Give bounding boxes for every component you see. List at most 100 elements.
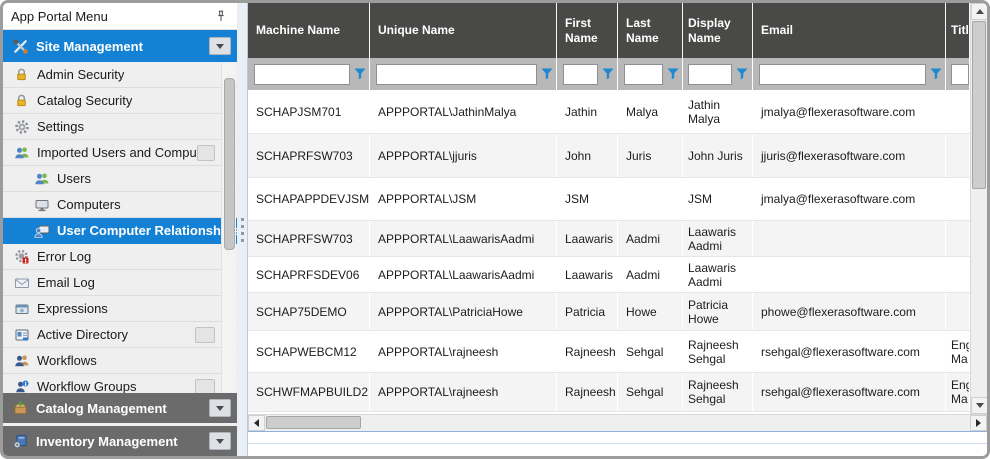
- table-row[interactable]: SCHAPAPPDEVJSM APPPORTAL\JSM JSM JSM jma…: [248, 178, 970, 221]
- cell-unique-name: APPPORTAL\LaawarisAadmi: [370, 257, 557, 292]
- last-name-filter-input[interactable]: [624, 64, 663, 85]
- table-row[interactable]: SCHAPWEBCM12 APPPORTAL\rajneesh Rajneesh…: [248, 331, 970, 373]
- sidebar-item-workflow-groups[interactable]: Workflow Groups: [3, 374, 237, 393]
- cell-first-name: Patricia: [557, 293, 618, 330]
- table-row[interactable]: SCHAPRFSW703 APPPORTAL\LaawarisAadmi Laa…: [248, 221, 970, 257]
- title-filter-input[interactable]: [951, 64, 969, 85]
- scroll-up-arrow[interactable]: [222, 63, 237, 77]
- email-filter-input[interactable]: [759, 64, 926, 85]
- catalog-management-dropdown-button[interactable]: [209, 399, 231, 417]
- collapse-up-button[interactable]: [197, 145, 215, 161]
- sidebar-item-expressions[interactable]: Expressions: [3, 296, 237, 322]
- column-header-unique-name[interactable]: Unique Name: [370, 3, 557, 58]
- filter-cell: [946, 58, 970, 90]
- cell-display-name: Patricia Howe: [683, 293, 753, 330]
- first-name-filter-input[interactable]: [563, 64, 598, 85]
- filter-funnel-icon[interactable]: [929, 68, 942, 81]
- sidebar-header: App Portal Menu: [3, 3, 237, 30]
- computer-icon: [33, 196, 50, 213]
- cell-machine-name: SCHAPRFSW703: [248, 221, 370, 256]
- sidebar-item-active-directory[interactable]: Active Directory: [3, 322, 237, 348]
- filter-funnel-icon[interactable]: [601, 68, 614, 81]
- cell-first-name: Rajneesh: [557, 331, 618, 372]
- app-window: App Portal Menu Site Management Admin Se…: [0, 0, 990, 459]
- filter-funnel-icon[interactable]: [353, 68, 366, 81]
- active-directory-dropdown-button[interactable]: [195, 327, 215, 343]
- sidebar-group-catalog-management[interactable]: Catalog Management: [3, 393, 237, 423]
- filter-funnel-icon[interactable]: [735, 68, 748, 81]
- user-computer-icon: [33, 222, 50, 239]
- cell-title: [946, 221, 970, 256]
- scrollbar-thumb[interactable]: [972, 21, 986, 189]
- cell-first-name: Jathin: [557, 90, 618, 133]
- sidebar: App Portal Menu Site Management Admin Se…: [3, 3, 237, 456]
- table-row[interactable]: SCHWFMAPBUILD2 APPPORTAL\rajneesh Rajnee…: [248, 373, 970, 412]
- sidebar-item-catalog-security[interactable]: Catalog Security: [3, 88, 237, 114]
- sidebar-item-admin-security[interactable]: Admin Security: [3, 62, 237, 88]
- sidebar-splitter[interactable]: [237, 3, 248, 456]
- grid-header-row: Machine Name Unique Name First Name Last…: [248, 3, 970, 58]
- filter-cell: [557, 58, 618, 90]
- column-header-title[interactable]: Title: [946, 3, 970, 58]
- column-header-email[interactable]: Email: [753, 3, 946, 58]
- cell-first-name: John: [557, 134, 618, 177]
- cell-machine-name: SCHAPJSM701: [248, 90, 370, 133]
- sidebar-group-inventory-management[interactable]: Inventory Management: [3, 426, 237, 456]
- scrollbar-thumb[interactable]: [266, 416, 361, 429]
- lock-icon: [13, 92, 30, 109]
- horizontal-scrollbar[interactable]: [248, 414, 987, 431]
- table-row[interactable]: SCHAPRFSW703 APPPORTAL\jjuris John Juris…: [248, 134, 970, 178]
- scroll-up-arrow[interactable]: [971, 3, 988, 20]
- scroll-down-arrow[interactable]: [222, 378, 237, 392]
- sidebar-item-settings[interactable]: Settings: [3, 114, 237, 140]
- cell-display-name: Rajneesh Sehgal: [683, 373, 753, 411]
- grid-rows: SCHAPJSM701 APPPORTAL\JathinMalya Jathin…: [248, 90, 970, 414]
- sidebar-item-users[interactable]: Users: [3, 166, 237, 192]
- scroll-right-arrow[interactable]: [970, 415, 987, 431]
- sidebar-item-email-log[interactable]: Email Log: [3, 270, 237, 296]
- column-header-machine-name[interactable]: Machine Name: [248, 3, 370, 58]
- people-icon: [13, 352, 30, 369]
- cell-email: [753, 221, 946, 256]
- scrollbar-thumb[interactable]: [224, 78, 235, 250]
- cell-display-name: Laawaris Aadmi: [683, 221, 753, 256]
- sidebar-scrollbar[interactable]: [221, 63, 236, 392]
- table-row[interactable]: SCHAP75DEMO APPPORTAL\PatriciaHowe Patri…: [248, 293, 970, 331]
- inventory-management-dropdown-button[interactable]: [209, 432, 231, 450]
- cell-last-name: Juris: [618, 134, 683, 177]
- sidebar-item-label: Imported Users and Computers: [37, 145, 197, 160]
- cell-display-name: Laawaris Aadmi: [683, 257, 753, 292]
- sidebar-item-label: Workflows: [37, 353, 97, 368]
- table-row[interactable]: SCHAPJSM701 APPPORTAL\JathinMalya Jathin…: [248, 90, 970, 134]
- sidebar-item-label: Error Log: [37, 249, 91, 264]
- filter-funnel-icon[interactable]: [666, 68, 679, 81]
- sidebar-group-site-management[interactable]: Site Management: [3, 30, 237, 62]
- display-name-filter-input[interactable]: [688, 64, 732, 85]
- column-header-first-name[interactable]: First Name: [557, 3, 618, 58]
- unique-name-filter-input[interactable]: [376, 64, 537, 85]
- site-management-dropdown-button[interactable]: [209, 37, 231, 55]
- sidebar-item-label: Active Directory: [37, 327, 128, 342]
- sidebar-item-workflows[interactable]: Workflows: [3, 348, 237, 374]
- column-header-display-name[interactable]: Display Name: [683, 3, 753, 58]
- scroll-left-arrow[interactable]: [248, 415, 265, 431]
- sidebar-item-user-computer-relationships[interactable]: User Computer Relationships: [3, 218, 237, 244]
- table-row[interactable]: SCHAPRFSDEV06 APPPORTAL\LaawarisAadmi La…: [248, 257, 970, 293]
- cell-unique-name: APPPORTAL\JathinMalya: [370, 90, 557, 133]
- cell-email: rsehgal@flexerasoftware.com: [753, 373, 946, 411]
- pin-icon[interactable]: [212, 8, 229, 25]
- sidebar-item-computers[interactable]: Computers: [3, 192, 237, 218]
- workflow-groups-dropdown-button[interactable]: [195, 379, 215, 394]
- sidebar-item-imported-users-and-computers[interactable]: Imported Users and Computers: [3, 140, 237, 166]
- cell-title: [946, 257, 970, 292]
- filter-funnel-icon[interactable]: [540, 68, 553, 81]
- expression-icon: [13, 300, 30, 317]
- cell-display-name: Jathin Malya: [683, 90, 753, 133]
- column-header-last-name[interactable]: Last Name: [618, 3, 683, 58]
- sidebar-item-error-log[interactable]: Error Log: [3, 244, 237, 270]
- cell-title: [946, 134, 970, 177]
- scroll-down-arrow[interactable]: [971, 397, 988, 414]
- sidebar-item-label: Catalog Security: [37, 93, 132, 108]
- vertical-scrollbar[interactable]: [970, 3, 987, 414]
- machine-name-filter-input[interactable]: [254, 64, 350, 85]
